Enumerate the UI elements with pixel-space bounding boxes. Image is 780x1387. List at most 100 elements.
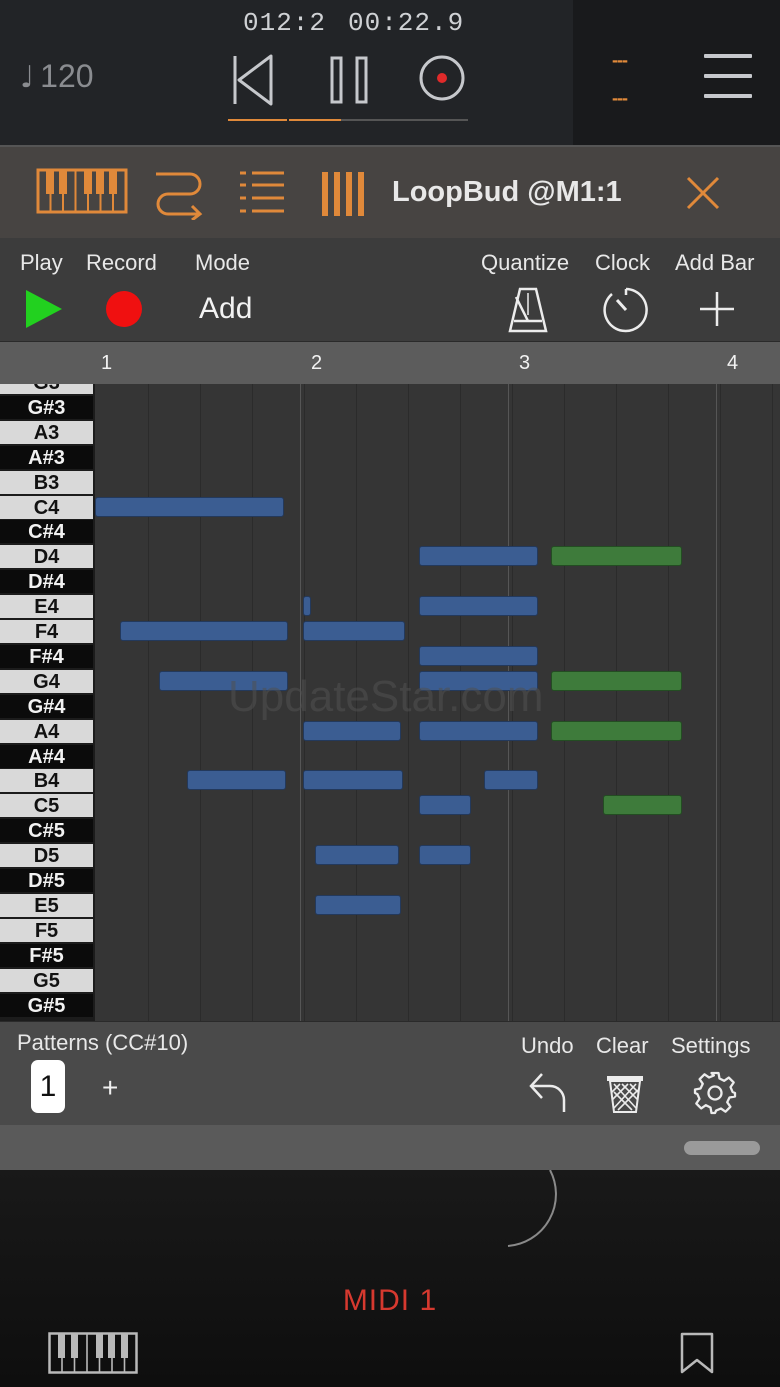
trash-icon[interactable] xyxy=(606,1072,644,1114)
midi-note-c4[interactable] xyxy=(95,496,285,517)
midi-note-f4[interactable] xyxy=(119,621,289,641)
resize-strip xyxy=(0,1125,780,1170)
clear-label: Clear xyxy=(596,1033,649,1058)
piano-key-gs4[interactable]: G#4 xyxy=(0,694,93,718)
pattern-bars-icon[interactable] xyxy=(322,172,364,216)
midi-note-d4[interactable] xyxy=(550,546,682,567)
metronome-icon[interactable] xyxy=(508,287,548,333)
bar-ruler[interactable] xyxy=(0,341,780,385)
grid-line xyxy=(564,384,565,1021)
midi-channel-label[interactable]: MIDI 1 xyxy=(0,1284,780,1318)
piano-key-f5[interactable]: F5 xyxy=(0,918,93,942)
list-icon[interactable] xyxy=(240,170,286,214)
undo-icon[interactable] xyxy=(528,1070,568,1114)
midi-note-d5[interactable] xyxy=(315,845,399,866)
play-button[interactable] xyxy=(26,290,62,328)
midi-note-f4[interactable] xyxy=(303,621,405,641)
piano-key-fs4[interactable]: F#4 xyxy=(0,644,93,668)
piano-key-d5[interactable]: D5 xyxy=(0,844,93,868)
bookmark-icon[interactable] xyxy=(680,1332,714,1374)
piano-key-d4[interactable]: D4 xyxy=(0,545,93,569)
add-bar-label: Add Bar xyxy=(675,250,755,275)
piano-key-e4[interactable]: E4 xyxy=(0,595,93,619)
piano-key-g3[interactable]: G3 xyxy=(0,384,93,394)
piano-key-ds4[interactable]: D#4 xyxy=(0,570,93,594)
piano-key-e5[interactable]: E5 xyxy=(0,893,93,917)
piano-key-g4[interactable]: G4 xyxy=(0,669,93,693)
grid-line xyxy=(720,384,721,1021)
bar-number-1: 1 xyxy=(101,352,113,374)
piano-key-as4[interactable]: A#4 xyxy=(0,744,93,768)
menu-icon[interactable] xyxy=(704,54,752,100)
gear-icon[interactable] xyxy=(692,1070,738,1116)
piano-key-b4[interactable]: B4 xyxy=(0,769,93,793)
grid-line xyxy=(772,384,773,1021)
piano-key-cs5[interactable]: C#5 xyxy=(0,819,93,843)
midi-note-e4[interactable] xyxy=(419,596,539,617)
grid-line xyxy=(668,384,669,1021)
knob-arc[interactable] xyxy=(500,1170,560,1252)
time-position: 00:22.9 xyxy=(348,8,465,38)
grid-line xyxy=(616,384,617,1021)
mode-label: Mode xyxy=(195,250,251,275)
piano-key-b3[interactable]: B3 xyxy=(0,470,93,494)
quantize-label: Quantize xyxy=(481,250,570,275)
play-label: Play xyxy=(20,250,63,275)
mode-selector[interactable]: Add xyxy=(199,292,252,326)
watermark: UpdateStar.com xyxy=(228,672,544,721)
keyboard-icon[interactable] xyxy=(36,168,128,214)
pause-button[interactable] xyxy=(319,50,379,110)
midi-note-d5[interactable] xyxy=(419,845,472,866)
midi-note-e5[interactable] xyxy=(315,894,401,915)
midi-note-a4[interactable] xyxy=(419,720,539,741)
bar-number-2: 2 xyxy=(311,352,323,374)
piano-key-c4[interactable]: C4 xyxy=(0,495,93,519)
add-pattern-button[interactable]: + xyxy=(102,1072,118,1104)
midi-note-g4[interactable] xyxy=(550,670,682,691)
midi-note-a4[interactable] xyxy=(303,720,401,741)
piano-key-c5[interactable]: C5 xyxy=(0,794,93,818)
piano-key-a4[interactable]: A4 xyxy=(0,719,93,743)
piano-keys[interactable]: G3G#3A3A#3B3C4C#4D4D#4E4F4F#4G4G#4A4A#4B… xyxy=(0,384,95,1021)
clock-icon[interactable] xyxy=(602,286,650,334)
midi-note-b4[interactable] xyxy=(303,770,403,791)
resize-handle[interactable] xyxy=(684,1141,760,1155)
record-button[interactable] xyxy=(105,290,143,328)
midi-note-b4[interactable] xyxy=(186,770,287,791)
tempo-display[interactable]: ♩ 120 xyxy=(20,58,94,95)
status-indicator-bottom: --- xyxy=(612,88,628,108)
piano-key-fs5[interactable]: F#5 xyxy=(0,943,93,967)
piano-key-as3[interactable]: A#3 xyxy=(0,445,93,469)
midi-note-e4[interactable] xyxy=(303,596,312,617)
grid-line xyxy=(148,384,149,1021)
midi-note-a4[interactable] xyxy=(550,720,682,741)
record-transport-button[interactable] xyxy=(412,50,472,110)
midi-note-c5[interactable] xyxy=(602,795,682,816)
record-label: Record xyxy=(86,250,157,275)
keyboard-footer-icon[interactable] xyxy=(48,1332,138,1374)
patterns-label: Patterns (CC#10) xyxy=(17,1030,189,1055)
close-icon[interactable] xyxy=(686,176,720,210)
piano-key-ds5[interactable]: D#5 xyxy=(0,869,93,892)
piano-key-gs5[interactable]: G#5 xyxy=(0,993,93,1017)
piano-key-gs3[interactable]: G#3 xyxy=(0,395,93,419)
settings-label: Settings xyxy=(671,1033,751,1058)
piano-key-cs4[interactable]: C#4 xyxy=(0,520,93,544)
rewind-button[interactable] xyxy=(225,50,285,110)
piano-key-f4[interactable]: F4 xyxy=(0,620,93,643)
routing-icon[interactable] xyxy=(152,166,206,220)
clock-label: Clock xyxy=(595,250,651,275)
piano-key-a3[interactable]: A3 xyxy=(0,420,93,444)
plugin-title: LoopBud @M1:1 xyxy=(392,176,622,208)
midi-note-b4[interactable] xyxy=(483,770,539,791)
midi-note-fs4[interactable] xyxy=(419,645,539,666)
piano-key-g5[interactable]: G5 xyxy=(0,968,93,992)
midi-note-d4[interactable] xyxy=(419,546,539,567)
transport-progress[interactable] xyxy=(228,119,468,121)
status-indicator-top: --- xyxy=(612,50,628,70)
midi-note-c5[interactable] xyxy=(419,795,472,816)
add-bar-button[interactable] xyxy=(700,292,734,326)
pattern-slot-1[interactable]: 1 xyxy=(31,1060,65,1113)
bar-position: 012:2 xyxy=(243,8,327,38)
progress-fill xyxy=(228,119,341,121)
